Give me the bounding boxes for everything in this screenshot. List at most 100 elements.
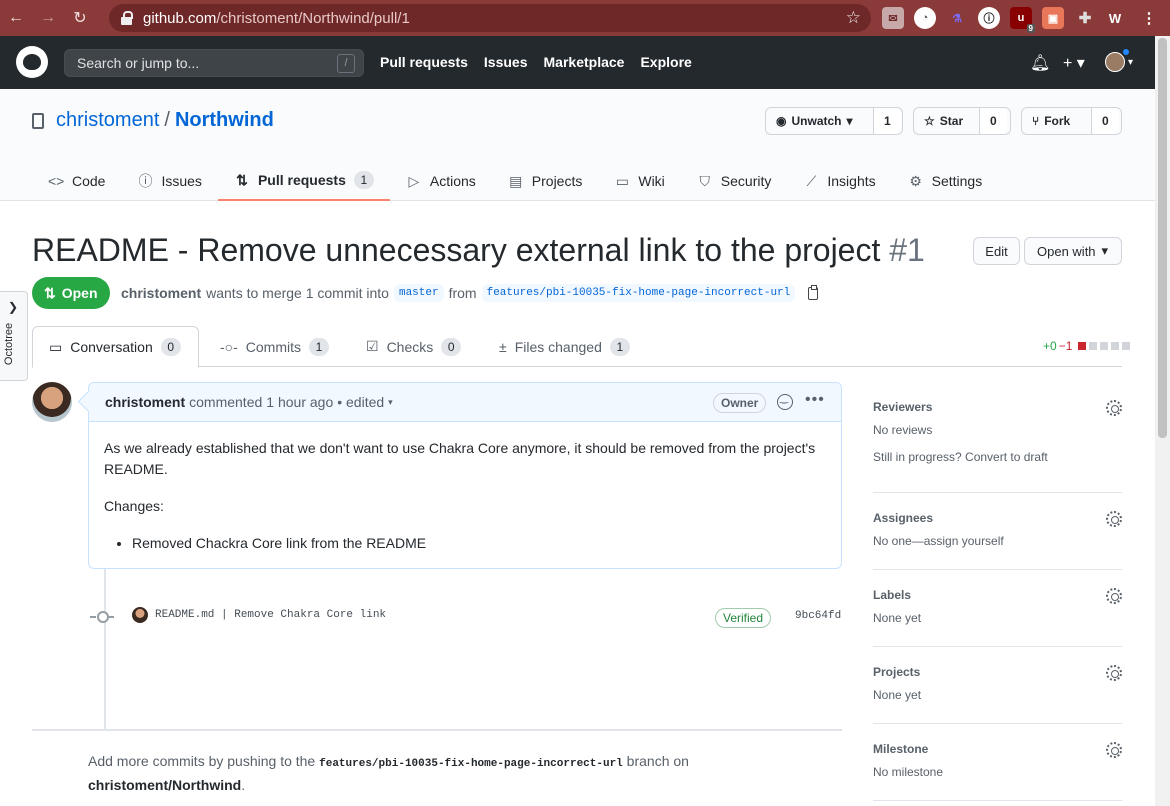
tab-code[interactable]: <> Code [32,161,121,201]
sidebar-projects-title[interactable]: Projects [873,665,1122,679]
github-logo-icon[interactable] [16,46,48,78]
tab-files-changed-label: Files changed [514,338,602,355]
avatar[interactable] [32,382,72,422]
edit-button[interactable]: Edit [973,237,1020,265]
extension-1password-icon[interactable]: ⓘ [978,7,1000,29]
kebab-horizontal-icon[interactable]: ••• [805,391,825,409]
unwatch-button[interactable]: ◉ Unwatch ▾ [766,108,874,134]
extension-clock-icon[interactable]: ◔ [914,7,936,29]
back-icon[interactable]: ← [0,0,32,36]
sidebar-reviewers-title[interactable]: Reviewers [873,400,1122,414]
extension-w-icon[interactable]: W [1104,7,1126,29]
tab-checks[interactable]: ☑ Checks 0 [366,326,462,367]
extension-photo-icon[interactable]: ▣ [1042,7,1064,29]
bell-icon[interactable]: 🔔︎ [1030,53,1050,73]
extension-ublock-icon[interactable]: u9 [1010,7,1035,33]
smiley-icon[interactable] [777,393,793,410]
star-count[interactable]: 0 [980,108,1007,134]
open-with-label: Open with [1037,243,1096,259]
octotree-toggle[interactable]: ❯ Octotree [0,291,28,381]
gear-icon[interactable] [1106,665,1122,681]
watch-count[interactable]: 1 [874,108,901,134]
clipboard-icon[interactable] [808,284,819,300]
star-button[interactable]: ☆ Star [914,108,980,134]
convert-to-draft-link[interactable]: Still in progress? Convert to draft [873,450,1122,464]
pr-meta: christoment wants to merge 1 commit into… [121,284,819,302]
extension-mail-icon[interactable]: ✉ [882,7,904,29]
base-branch[interactable]: master [393,284,444,302]
tab-projects[interactable]: ▤ Projects [492,161,599,201]
play-icon: ▷ [408,172,420,189]
tab-files-changed[interactable]: ± Files changed 1 [499,326,630,367]
tab-issues[interactable]: ⓘ Issues [121,161,217,201]
tab-checks-label: Checks [386,338,434,355]
push-text: Add more commits by pushing to the [88,753,316,769]
fork-count[interactable]: 0 [1092,108,1119,134]
browser-menu-icon[interactable]: ⋮ [1138,7,1160,29]
diffstat: +0 −1 [1043,339,1131,353]
commit-sha-link[interactable]: 9bc64fd [795,610,841,622]
chevron-down-icon[interactable]: ▾ [1128,57,1133,68]
tab-insights-label: Insights [827,173,876,189]
forward-icon[interactable]: → [32,0,64,36]
timeline-line [104,569,106,729]
address-bar[interactable]: github.com/christoment/Northwind/pull/1 … [109,4,871,32]
push-instructions: Add more commits by pushing to the featu… [88,751,708,796]
comment-edited-dropdown[interactable]: • edited [337,394,384,410]
gear-icon[interactable] [1106,511,1122,527]
tab-settings[interactable]: ⚙ Settings [892,161,999,201]
files-changed-counter: 1 [609,337,630,356]
eye-icon: ◉ [776,114,787,128]
nav-issues[interactable]: Issues [484,54,528,70]
repo-owner-link[interactable]: christoment [56,109,159,132]
head-branch[interactable]: features/pbi-10035-fix-home-page-incorre… [481,284,796,302]
nav-marketplace[interactable]: Marketplace [544,54,625,70]
tab-commits[interactable]: -○- Commits 1 [220,326,330,367]
comment-time-link[interactable]: 1 hour ago [266,394,333,410]
scrollbar-thumb[interactable] [1158,38,1167,438]
gear-icon[interactable] [1106,742,1122,758]
nav-explore[interactable]: Explore [640,54,691,70]
bookmark-star-icon[interactable]: ☆ [846,8,861,28]
tab-security-label: Security [720,173,772,189]
reload-icon[interactable]: ↻ [64,0,96,36]
sidebar-labels-title[interactable]: Labels [873,588,1122,602]
sidebar-assignees-title[interactable]: Assignees [873,511,1122,525]
sidebar-assignees-value[interactable]: No one—assign yourself [873,534,1122,548]
tab-pull-requests[interactable]: ⇅ Pull requests 1 [217,161,390,201]
tab-commits-label: Commits [245,338,302,355]
gear-icon[interactable] [1106,400,1122,416]
page-scrollbar[interactable] [1155,36,1170,806]
list-item: Removed Chackra Core link from the READM… [132,533,826,554]
commit-avatar[interactable] [132,607,148,623]
open-with-button[interactable]: Open with ▾ [1024,237,1122,265]
checks-counter: 0 [441,337,462,356]
tab-wiki[interactable]: ▭ Wiki [598,161,680,201]
code-icon: <> [48,173,65,189]
sidebar-milestone-title[interactable]: Milestone [873,742,1122,756]
tab-actions[interactable]: ▷ Actions [390,161,492,201]
star-button-group: ☆ Star 0 [913,107,1011,135]
extensions-puzzle-icon[interactable]: ✚ [1074,7,1096,29]
octotree-label: Octotree [3,322,16,366]
comment-author-link[interactable]: christoment [105,394,185,410]
verified-badge[interactable]: Verified [715,608,772,628]
pr-author-link[interactable]: christoment [121,285,201,301]
extension-flask-icon[interactable]: ⚗ [946,7,968,29]
comment-header: christoment commented 1 hour ago • edite… [89,383,841,422]
tab-insights[interactable]: ⟋ Insights [787,161,891,201]
commit-message-link[interactable]: README.md | Remove Chakra Core link [155,609,386,621]
repo-name-link[interactable]: Northwind [175,109,274,132]
status-badge: ⇅ Open [32,277,110,309]
sidebar-reviewers-value: No reviews [873,423,933,437]
search-input[interactable]: Search or jump to... / [64,49,364,77]
plus-dropdown-icon[interactable]: + ▾ [1063,53,1085,73]
tab-conversation[interactable]: ▭ Conversation 0 [32,326,199,368]
gear-icon[interactable] [1106,588,1122,604]
search-placeholder: Search or jump to... [77,55,200,71]
nav-pull-requests[interactable]: Pull requests [380,54,468,70]
fork-button[interactable]: ⑂ Fork [1022,108,1092,134]
state-label: Open [61,285,98,301]
tab-security[interactable]: ⛉ Security [681,161,788,201]
repo-separator: / [164,109,170,131]
